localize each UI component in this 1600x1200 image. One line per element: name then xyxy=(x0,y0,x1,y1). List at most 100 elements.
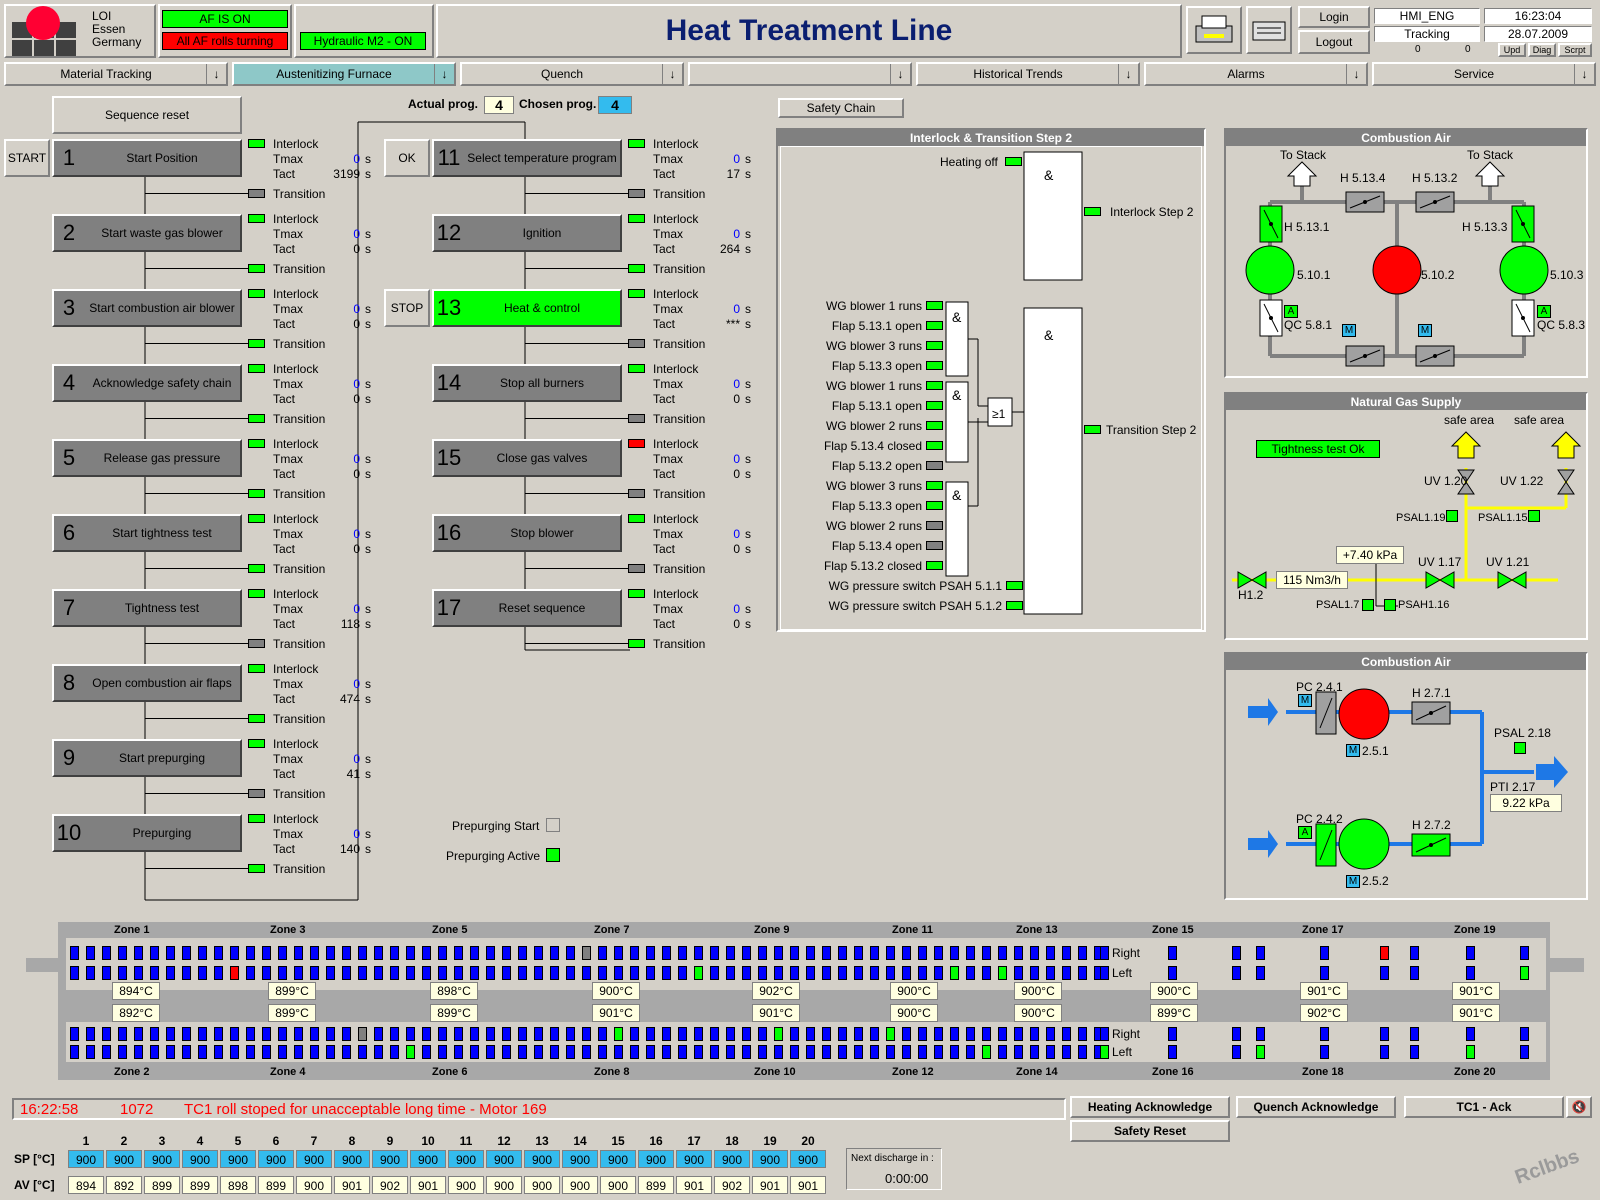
roller-indicator xyxy=(902,966,911,980)
tc1-ack-button[interactable]: TC1 - Ack xyxy=(1404,1096,1564,1118)
sp-cell[interactable]: 900 xyxy=(638,1150,674,1168)
chevron-down-icon[interactable]: ↓ xyxy=(1118,64,1138,84)
sp-cell[interactable]: 900 xyxy=(334,1150,370,1168)
sp-cell[interactable]: 900 xyxy=(790,1150,826,1168)
sequence-step[interactable]: 3 Start combustion air blower xyxy=(52,289,242,327)
sp-cell[interactable]: 900 xyxy=(676,1150,712,1168)
sequence-step[interactable]: 17 Reset sequence xyxy=(432,589,622,627)
nav-service[interactable]: Service ↓ xyxy=(1372,62,1596,86)
sequence-step[interactable]: 4 Acknowledge safety chain xyxy=(52,364,242,402)
unit-label: s xyxy=(365,677,371,691)
roller-indicator xyxy=(230,1027,239,1041)
interlock-label: Interlock xyxy=(273,437,319,451)
alarm-line[interactable]: 16:22:58 1072 TC1 roll stoped for unacce… xyxy=(12,1098,1066,1120)
chevron-down-icon[interactable]: ↓ xyxy=(890,64,910,84)
roller-indicator xyxy=(1466,946,1475,960)
tmax-value: 0 xyxy=(353,452,360,466)
roller-indicator xyxy=(678,1027,687,1041)
roller-indicator xyxy=(1520,1027,1529,1041)
sequence-step[interactable]: 8 Open combustion air flaps xyxy=(52,664,242,702)
tact-label: Tact xyxy=(273,542,296,556)
sequence-step[interactable]: 13 Heat & control xyxy=(432,289,622,327)
zone-label: Zone 7 xyxy=(594,924,630,936)
roller-indicator xyxy=(614,1045,623,1059)
diag-button[interactable]: Diag xyxy=(1528,43,1556,57)
roller-indicator xyxy=(1046,966,1055,980)
zone-label: Zone 16 xyxy=(1152,1066,1194,1078)
roller-indicator xyxy=(246,946,255,960)
tact-value: 140 xyxy=(339,842,360,856)
printer-button[interactable] xyxy=(1186,6,1242,54)
upd-button[interactable]: Upd xyxy=(1498,43,1526,57)
sequence-step[interactable]: 5 Release gas pressure xyxy=(52,439,242,477)
tmax-value: 0 xyxy=(733,602,740,616)
sequence-step[interactable]: 2 Start waste gas blower xyxy=(52,214,242,252)
interlock-label: Interlock xyxy=(273,137,319,151)
sp-cell[interactable]: 900 xyxy=(258,1150,294,1168)
av-cell: 900 xyxy=(296,1176,332,1194)
sequence-step[interactable]: 11 Select temperature program xyxy=(432,139,622,177)
sp-cell[interactable]: 900 xyxy=(752,1150,788,1168)
sp-cell[interactable]: 900 xyxy=(106,1150,142,1168)
connector-line xyxy=(145,868,248,869)
roller-indicator xyxy=(662,1027,671,1041)
sequence-step[interactable]: 1 Start Position xyxy=(52,139,242,177)
sp-cell[interactable]: 900 xyxy=(68,1150,104,1168)
scrpt-button[interactable]: Scrpt xyxy=(1558,43,1592,57)
connector-line xyxy=(525,493,628,494)
interlock-led xyxy=(248,514,265,523)
logout-button[interactable]: Logout xyxy=(1298,30,1370,54)
nav-alarms[interactable]: Alarms ↓ xyxy=(1144,62,1368,86)
roller-indicator xyxy=(630,1027,639,1041)
tmax-value: 0 xyxy=(733,452,740,466)
sequence-step[interactable]: 16 Stop blower xyxy=(432,514,622,552)
sequence-step[interactable]: 7 Tightness test xyxy=(52,589,242,627)
roller-indicator xyxy=(374,1027,383,1041)
sequence-step[interactable]: 14 Stop all burners xyxy=(432,364,622,402)
heating-acknowledge-button[interactable]: Heating Acknowledge xyxy=(1070,1096,1230,1118)
sp-cell[interactable]: 900 xyxy=(296,1150,332,1168)
sp-cell[interactable]: 900 xyxy=(562,1150,598,1168)
transition-label: Transition xyxy=(273,187,326,201)
login-button[interactable]: Login xyxy=(1298,6,1370,28)
roller-indicator xyxy=(326,1045,335,1059)
manual-badge: M xyxy=(1298,694,1312,707)
roller-indicator xyxy=(1078,1045,1087,1059)
sp-cell[interactable]: 900 xyxy=(600,1150,636,1168)
interlock-label: Interlock xyxy=(653,212,699,226)
sequence-step[interactable]: 9 Start prepurging xyxy=(52,739,242,777)
sp-cell[interactable]: 900 xyxy=(448,1150,484,1168)
keyboard-button[interactable] xyxy=(1246,6,1292,54)
sequence-step[interactable]: 6 Start tightness test xyxy=(52,514,242,552)
zone-label: Zone 20 xyxy=(1454,1066,1496,1078)
chevron-down-icon[interactable]: ↓ xyxy=(1346,64,1366,84)
step-label: Start Position xyxy=(126,151,198,165)
quench-acknowledge-button[interactable]: Quench Acknowledge xyxy=(1236,1096,1396,1118)
sequence-step[interactable]: 15 Close gas valves xyxy=(432,439,622,477)
step-label: Open combustion air flaps xyxy=(92,676,232,690)
step-number: 7 xyxy=(62,595,76,620)
roller-indicator xyxy=(134,946,143,960)
sp-cell[interactable]: 900 xyxy=(220,1150,256,1168)
mute-button[interactable]: 🔇 xyxy=(1566,1096,1592,1118)
and-gate-label: & xyxy=(952,387,962,403)
user-display: HMI_ENG xyxy=(1374,8,1480,24)
sequence-step[interactable]: 10 Prepurging xyxy=(52,814,242,852)
safety-reset-button[interactable]: Safety Reset xyxy=(1070,1120,1230,1142)
step-label: Heat & control xyxy=(503,301,581,315)
sp-cell[interactable]: 900 xyxy=(410,1150,446,1168)
chevron-down-icon[interactable]: ↓ xyxy=(1574,64,1594,84)
roller-indicator xyxy=(86,1027,95,1041)
sp-cell[interactable]: 900 xyxy=(714,1150,750,1168)
sp-cell[interactable]: 900 xyxy=(486,1150,522,1168)
flap-h5132-label: H 5.13.2 xyxy=(1412,171,1458,185)
safety-chain-button[interactable]: Safety Chain xyxy=(778,98,904,118)
sp-cell[interactable]: 900 xyxy=(372,1150,408,1168)
sp-cell[interactable]: 900 xyxy=(524,1150,560,1168)
nav-historical-trends[interactable]: Historical Trends ↓ xyxy=(916,62,1140,86)
roller-indicator xyxy=(870,946,879,960)
sp-cell[interactable]: 900 xyxy=(182,1150,218,1168)
roller-indicator xyxy=(134,1045,143,1059)
sequence-step[interactable]: 12 Ignition xyxy=(432,214,622,252)
sp-cell[interactable]: 900 xyxy=(144,1150,180,1168)
